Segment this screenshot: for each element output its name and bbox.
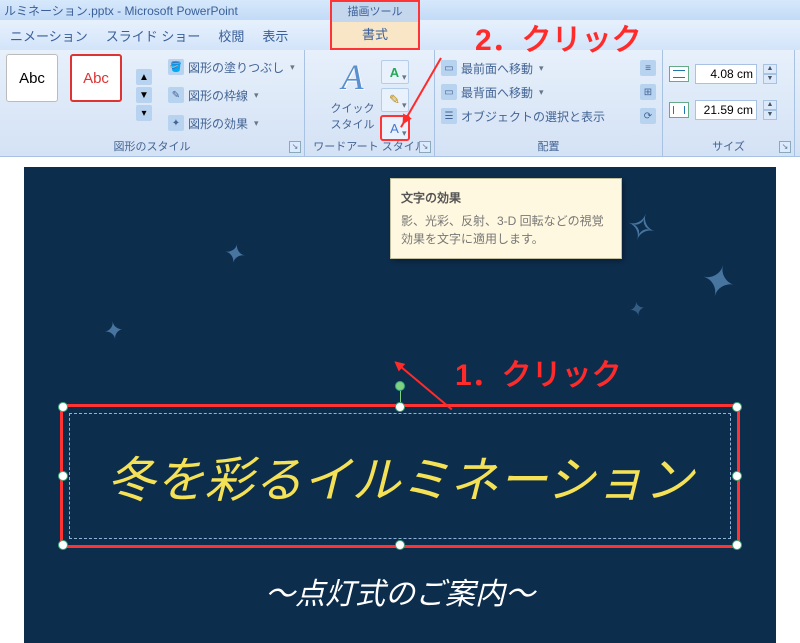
effects-icon: ✦	[168, 115, 184, 131]
width-input[interactable]	[695, 100, 757, 120]
width-spinner[interactable]: ▲▼	[763, 100, 777, 120]
gallery-down-icon[interactable]: ▼	[136, 87, 152, 103]
width-icon	[669, 102, 689, 118]
ribbon: Abc Abc ▲ ▼ ▾ 🪣 図形の塗りつぶし▾ ✎ 図形の枠線▾ ✦ 図形の…	[0, 50, 800, 157]
gallery-up-icon[interactable]: ▲	[136, 69, 152, 85]
tab-animation[interactable]: ニメーション	[10, 26, 88, 45]
group-shape-styles: Abc Abc ▲ ▼ ▾ 🪣 図形の塗りつぶし▾ ✎ 図形の枠線▾ ✦ 図形の…	[0, 50, 305, 156]
resize-handle-ne[interactable]	[732, 402, 742, 412]
group-size: ▲▼ ▲▼ サイズ ↘	[663, 50, 795, 156]
quick-styles-icon: A	[342, 56, 364, 98]
group-arrange: ▭ 最前面へ移動▾ ≡ ▭ 最背面へ移動▾ ⊞ ☰ オブジェクトの選択と表示 ⟳…	[435, 50, 663, 156]
annotation-click-1: 1．クリック	[455, 350, 622, 394]
height-icon	[669, 66, 689, 82]
sparkle-decoration: ✦	[221, 237, 249, 272]
quick-styles-label: クイック スタイル	[331, 100, 375, 132]
bring-front-icon: ▭	[441, 60, 457, 76]
tooltip-title: 文字の効果	[401, 189, 611, 206]
shape-fill-button[interactable]: 🪣 図形の塗りつぶし▾	[168, 54, 295, 80]
shape-style-preset-2[interactable]: Abc	[70, 54, 122, 102]
resize-handle-s[interactable]	[395, 540, 405, 550]
rotate-handle[interactable]	[395, 381, 405, 391]
quick-styles-button[interactable]: A クイック スタイル	[331, 56, 375, 132]
pencil-outline-icon: ✎	[168, 87, 184, 103]
shape-effects-button[interactable]: ✦ 図形の効果▾	[168, 110, 295, 136]
tab-review[interactable]: 校閲	[218, 26, 244, 45]
sparkle-decoration: ✦	[102, 316, 126, 348]
wordart-dialog-launcher[interactable]: ↘	[419, 141, 431, 153]
height-spinner[interactable]: ▲▼	[763, 64, 777, 84]
contextual-tab-drawing-tools[interactable]: 描画ツール 書式	[330, 0, 420, 50]
slide-subtitle-text[interactable]: ～点灯式のご案内～	[24, 569, 776, 613]
gallery-more-icon[interactable]: ▾	[136, 105, 152, 121]
resize-handle-w[interactable]	[58, 471, 68, 481]
group-label-wordart: ワードアート スタイル	[305, 138, 434, 154]
sparkle-decoration: ✦	[627, 296, 648, 324]
text-outline-button[interactable]: ✎▾	[381, 88, 409, 112]
tooltip-body: 影、光彩、反射、3-D 回転などの視覚効果を文字に適用します。	[401, 212, 611, 248]
send-to-back-button[interactable]: ▭ 最背面へ移動▾ ⊞	[441, 80, 656, 104]
window-title: ルミネーション.pptx - Microsoft PowerPoint	[4, 2, 238, 19]
resize-handle-nw[interactable]	[58, 402, 68, 412]
resize-handle-sw[interactable]	[58, 540, 68, 550]
sparkle-decoration: ✧	[620, 203, 662, 252]
resize-handle-se[interactable]	[732, 540, 742, 550]
selection-pane-button[interactable]: ☰ オブジェクトの選択と表示 ⟳	[441, 104, 656, 128]
title-text-box[interactable]: 冬を彩るイルミネーション	[60, 404, 740, 548]
height-input[interactable]	[695, 64, 757, 84]
shape-outline-button[interactable]: ✎ 図形の枠線▾	[168, 82, 295, 108]
align-icon[interactable]: ≡	[640, 60, 656, 76]
rotate-icon[interactable]: ⟳	[640, 108, 656, 124]
slide-title-text[interactable]: 冬を彩るイルミネーション	[106, 441, 693, 512]
text-fill-button[interactable]: A▾	[381, 60, 409, 84]
group-objects-icon[interactable]: ⊞	[640, 84, 656, 100]
contextual-tab-group-label: 描画ツール	[332, 2, 418, 22]
sparkle-decoration: ✦	[695, 253, 742, 309]
resize-handle-e[interactable]	[732, 471, 742, 481]
tab-slideshow[interactable]: スライド ショー	[106, 26, 201, 45]
shape-styles-dialog-launcher[interactable]: ↘	[289, 141, 301, 153]
group-label-size: サイズ	[663, 138, 794, 154]
tooltip-text-effects: 文字の効果 影、光彩、反射、3-D 回転などの視覚効果を文字に適用します。	[390, 178, 622, 259]
tab-view[interactable]: 表示	[262, 26, 288, 45]
resize-handle-n[interactable]	[395, 402, 405, 412]
bring-to-front-button[interactable]: ▭ 最前面へ移動▾ ≡	[441, 56, 656, 80]
shape-style-preset-1[interactable]: Abc	[6, 54, 58, 102]
contextual-tab-format[interactable]: 書式	[332, 22, 418, 48]
fill-bucket-icon: 🪣	[168, 59, 184, 75]
group-label-shape-styles: 図形のスタイル	[0, 138, 304, 154]
send-back-icon: ▭	[441, 84, 457, 100]
size-dialog-launcher[interactable]: ↘	[779, 141, 791, 153]
group-label-arrange: 配置	[435, 138, 662, 154]
annotation-click-2: 2．クリック	[475, 15, 642, 59]
rotate-handle-line	[400, 391, 401, 402]
selection-pane-icon: ☰	[441, 108, 457, 124]
